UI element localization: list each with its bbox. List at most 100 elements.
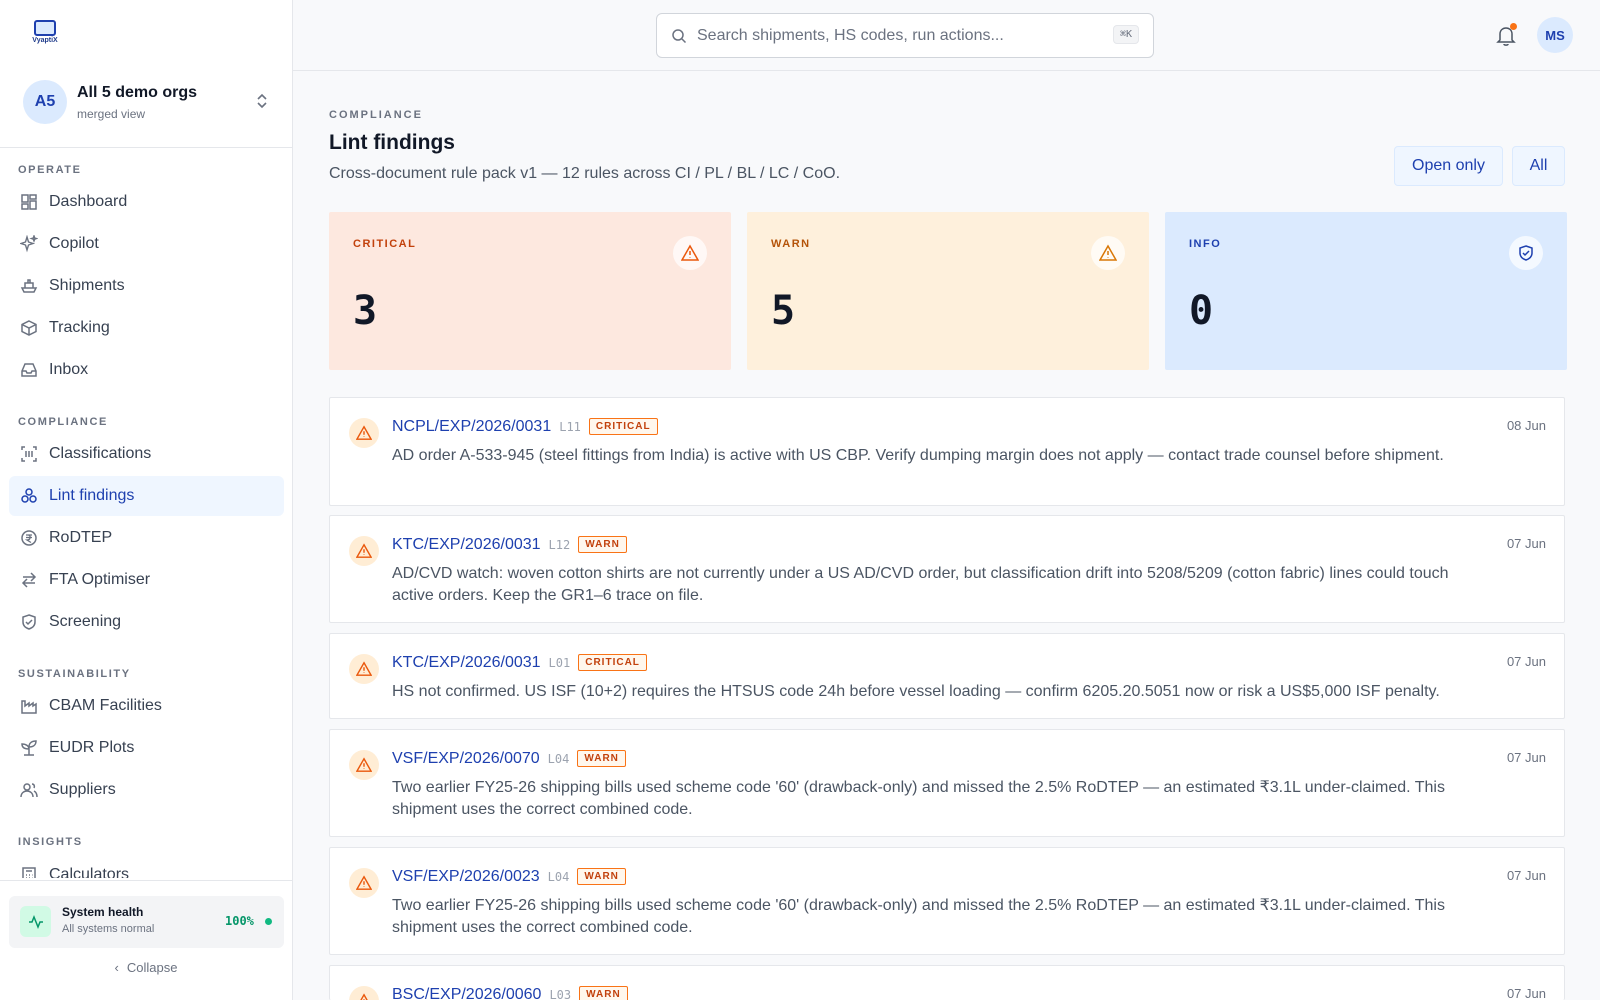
sidebar-item-suppliers[interactable]: Suppliers <box>9 770 284 810</box>
sidebar-divider <box>0 880 292 881</box>
sidebar-item-rodtep[interactable]: RoDTEP <box>9 518 284 558</box>
sidebar-item-label: Lint findings <box>49 487 135 504</box>
sidebar-item-shipments[interactable]: Shipments <box>9 266 284 306</box>
dashboard-icon <box>21 194 37 210</box>
finding-shipment-link[interactable]: KTC/EXP/2026/0031 <box>392 654 541 671</box>
finding-shipment-link[interactable]: BSC/EXP/2026/0060 <box>392 986 541 1000</box>
nav-section-operate: OPERATE <box>18 164 82 176</box>
warning-triangle-icon <box>673 236 707 270</box>
user-avatar[interactable]: MS <box>1537 17 1573 53</box>
sidebar-item-eudr-plots[interactable]: EUDR Plots <box>9 728 284 768</box>
severity-badge: WARN <box>577 750 626 767</box>
finding-row[interactable]: KTC/EXP/2026/0031 L01 CRITICAL 07 Jun HS n… <box>329 633 1565 719</box>
finding-row[interactable]: BSC/EXP/2026/0060 L03 WARN 07 Jun <box>329 965 1565 1000</box>
sidebar-item-tracking[interactable]: Tracking <box>9 308 284 348</box>
finding-date: 07 Jun <box>1506 986 1546 1000</box>
finding-rule-code: L04 <box>547 870 570 884</box>
stat-value: 3 <box>353 288 378 334</box>
stat-card-critical[interactable]: CRITICAL 3 <box>329 212 731 370</box>
system-health-title: System health <box>62 905 144 919</box>
finding-row[interactable]: KTC/EXP/2026/0031 L12 WARN 07 Jun AD/CVD w… <box>329 515 1565 623</box>
stat-label: WARN <box>771 238 811 250</box>
users-icon <box>20 783 38 798</box>
sidebar-item-copilot[interactable]: Copilot <box>9 224 284 264</box>
stat-label: CRITICAL <box>353 238 417 250</box>
stat-card-info[interactable]: INFO 0 <box>1165 212 1567 370</box>
activity-icon <box>20 906 51 937</box>
chevron-left-icon: ‹ <box>114 960 119 975</box>
sidebar-item-dashboard[interactable]: Dashboard <box>9 182 284 222</box>
nav-section-sustainability: SUSTAINABILITY <box>18 668 131 680</box>
topbar: ⌘K MS <box>293 0 1600 71</box>
finding-shipment-link[interactable]: VSF/EXP/2026/0023 <box>392 868 540 885</box>
finding-rule-code: L01 <box>548 656 571 670</box>
sidebar-item-fta-optimiser[interactable]: FTA Optimiser <box>9 560 284 600</box>
sidebar-item-calculators[interactable]: Calculators <box>9 854 284 878</box>
finding-shipment-link[interactable]: VSF/EXP/2026/0070 <box>392 750 540 767</box>
finding-date: 07 Jun <box>1506 654 1546 669</box>
warning-triangle-icon <box>349 418 379 448</box>
finding-message: AD order A-533-945 (steel fittings from … <box>392 447 1444 464</box>
sidebar-item-cbam-facilities[interactable]: CBAM Facilities <box>9 686 284 726</box>
search-icon <box>672 28 687 43</box>
finding-shipment-link[interactable]: KTC/EXP/2026/0031 <box>392 536 541 553</box>
filter-all-button[interactable]: All <box>1512 146 1565 186</box>
rupee-circle-icon <box>21 530 37 546</box>
org-avatar: A5 <box>23 80 67 124</box>
severity-badge: WARN <box>579 986 628 1000</box>
sidebar-item-label: Inbox <box>49 361 89 378</box>
sidebar-item-classifications[interactable]: Classifications <box>9 434 284 474</box>
sidebar-item-label: Dashboard <box>49 193 128 210</box>
stat-value: 5 <box>771 288 796 334</box>
ship-icon <box>20 279 38 293</box>
calculator-icon <box>22 867 36 878</box>
finding-rule-code: L11 <box>559 420 581 434</box>
page-title: Lint findings <box>329 131 455 154</box>
finding-message: HS not confirmed. US ISF (10+2) requires… <box>392 683 1440 700</box>
sidebar-item-screening[interactable]: Screening <box>9 602 284 642</box>
sidebar-item-label: Classifications <box>49 445 152 462</box>
search-box[interactable]: ⌘K <box>656 13 1154 58</box>
barcode-icon <box>21 446 37 462</box>
finding-rule-code: L03 <box>549 988 572 1000</box>
collapse-button[interactable]: ‹ Collapse <box>0 960 292 975</box>
sidebar-item-label: Suppliers <box>49 781 116 798</box>
finding-date: 08 Jun <box>1506 418 1546 433</box>
sidebar-item-lint-findings[interactable]: Lint findings <box>9 476 284 516</box>
stat-card-warn[interactable]: WARN 5 <box>747 212 1149 370</box>
shortcut-hint: ⌘K <box>1112 25 1139 44</box>
finding-rule-code: L12 <box>548 538 571 552</box>
warning-triangle-icon <box>349 750 379 780</box>
brand-logo[interactable]: VyaptiX <box>30 20 60 50</box>
finding-row[interactable]: VSF/EXP/2026/0023 L04 WARN 07 Jun Two earl… <box>329 847 1565 955</box>
filter-open-only-button[interactable]: Open only <box>1394 146 1503 186</box>
finding-rule-code: L04 <box>547 752 570 766</box>
sparkle-icon <box>20 235 38 253</box>
sidebar-item-label: RoDTEP <box>49 529 113 546</box>
org-name: All 5 demo orgs <box>77 84 198 101</box>
search-input[interactable] <box>697 26 1097 45</box>
notification-dot <box>1510 23 1517 30</box>
stat-value: 0 <box>1189 288 1214 334</box>
status-dot <box>265 918 272 925</box>
org-switcher[interactable]: A5 All 5 demo orgs merged view <box>0 70 292 148</box>
sidebar: VyaptiX A5 All 5 demo orgs merged view O… <box>0 0 293 1000</box>
finding-shipment-link[interactable]: NCPL/EXP/2026/0031 <box>392 418 551 435</box>
sidebar-item-label: Screening <box>49 613 122 630</box>
sidebar-item-label: EUDR Plots <box>49 739 135 756</box>
severity-badge: WARN <box>577 868 626 885</box>
severity-badge: WARN <box>578 536 627 553</box>
system-health-card[interactable]: System health All systems normal 100% <box>9 896 284 948</box>
notifications-button[interactable] <box>1496 23 1517 47</box>
warning-triangle-icon <box>349 654 379 684</box>
finding-message: Two earlier FY25-26 shipping bills used … <box>392 897 1445 936</box>
sidebar-item-inbox[interactable]: Inbox <box>9 350 284 390</box>
warning-triangle-icon <box>349 868 379 898</box>
finding-row[interactable]: NCPL/EXP/2026/0031 L11 CRITICAL 08 Jun AD … <box>329 397 1565 506</box>
stat-label: INFO <box>1189 238 1222 250</box>
factory-icon <box>21 700 37 714</box>
finding-row[interactable]: VSF/EXP/2026/0070 L04 WARN 07 Jun Two earl… <box>329 729 1565 837</box>
arrows-swap-icon <box>21 572 37 588</box>
sidebar-item-label: FTA Optimiser <box>49 571 151 588</box>
finding-message: AD/CVD watch: woven cotton shirts are no… <box>392 565 1449 604</box>
